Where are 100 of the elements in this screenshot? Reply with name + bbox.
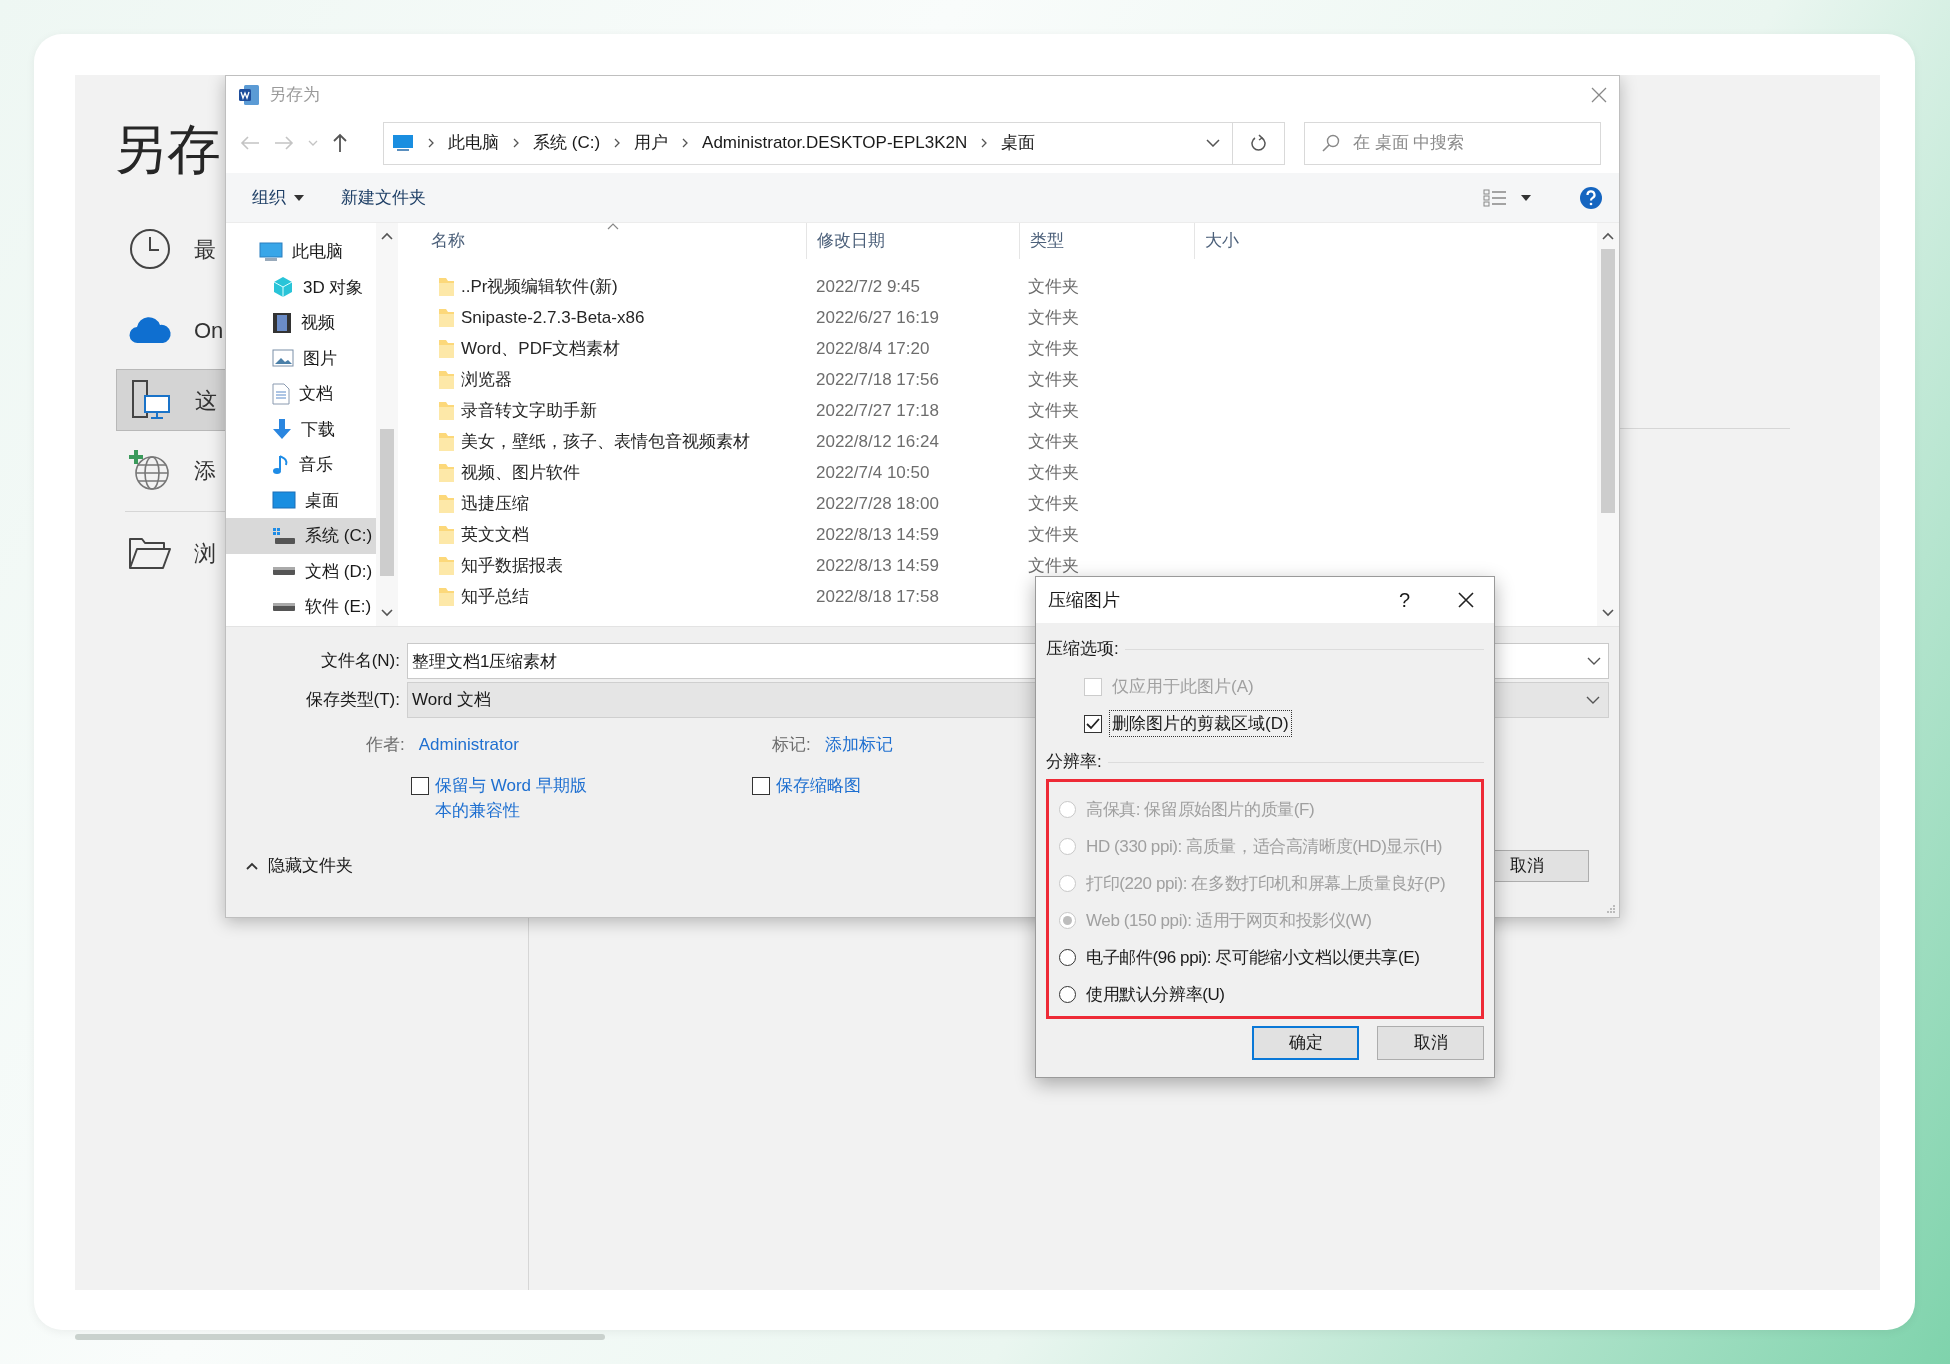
- chevron-down-icon[interactable]: [1206, 139, 1220, 147]
- modified-date: 2022/7/28 18:00: [816, 493, 939, 513]
- up-arrow-icon[interactable]: [332, 133, 348, 153]
- clock-icon: [128, 227, 172, 271]
- file-name[interactable]: Word、PDF文档素材: [461, 335, 621, 362]
- folder-icon: [438, 431, 455, 452]
- download-arrow-icon: [272, 418, 292, 441]
- new-folder-button[interactable]: 新建文件夹: [341, 184, 426, 211]
- folder-icon: [438, 586, 455, 607]
- option-label[interactable]: 保留与 Word 早期版: [435, 773, 587, 798]
- modified-date: 2022/8/12 16:24: [816, 431, 939, 451]
- option-label[interactable]: 保存缩略图: [775, 773, 861, 798]
- checkbox[interactable]: [751, 777, 770, 795]
- details-view-icon: [1483, 188, 1507, 207]
- breadcrumb-item[interactable]: 此电脑: [448, 130, 499, 156]
- search-field[interactable]: 在 桌面 中搜索: [1304, 121, 1601, 165]
- file-name[interactable]: 视频、图片软件: [461, 459, 580, 486]
- column-header[interactable]: 类型: [1019, 223, 1194, 259]
- scrollbar-thumb[interactable]: [380, 429, 394, 576]
- add-tags-link[interactable]: 添加标记: [824, 732, 893, 758]
- refresh-icon: [1250, 134, 1267, 152]
- file-name[interactable]: 知乎总结: [461, 583, 529, 610]
- ok-button[interactable]: 确定: [1252, 1026, 1359, 1060]
- vertical-scrollbar[interactable]: [376, 223, 398, 626]
- file-type: 文件夹: [1028, 338, 1079, 358]
- file-name[interactable]: ..Pr视频编辑软件(新): [461, 273, 618, 300]
- file-name[interactable]: 美女，壁纸，孩子、表情包音视频素材: [461, 428, 750, 455]
- file-name[interactable]: 英文文档: [461, 521, 529, 548]
- monitor-icon: [392, 134, 414, 152]
- option-label[interactable]: 使用默认分辨率(U): [1086, 981, 1225, 1008]
- author-link[interactable]: Administrator: [418, 732, 519, 758]
- file-name[interactable]: 浏览器: [461, 366, 512, 393]
- address-bar[interactable]: 此电脑 系统 (C:) 用户 Administrator.DESKTOP-EPL3K2N 桌面: [383, 121, 1233, 165]
- breadcrumb-item[interactable]: 系统 (C:): [533, 130, 601, 156]
- radio-button[interactable]: [1059, 986, 1076, 1003]
- desktop-icon: [272, 491, 296, 510]
- breadcrumb-item[interactable]: 桌面: [1001, 130, 1036, 156]
- checkbox[interactable]: [411, 777, 429, 795]
- organize-menu[interactable]: 组织: [252, 184, 304, 211]
- modified-date: 2022/8/13 14:59: [816, 524, 939, 544]
- modified-date: 2022/7/2 9:45: [816, 276, 920, 296]
- modified-date: 2022/6/27 16:19: [816, 307, 939, 327]
- tree-item[interactable]: 软件 (E:): [226, 589, 376, 625]
- file-name[interactable]: Snipaste-2.7.3-Beta-x86: [461, 304, 645, 331]
- option-label: HD (330 ppi): 高质量，适合高清晰度(HD)显示(H): [1086, 835, 1443, 858]
- vertical-scrollbar[interactable]: [1597, 223, 1619, 626]
- field-label: 文件名(N):: [319, 650, 401, 673]
- film-icon: [272, 311, 292, 334]
- file-name[interactable]: 迅捷压缩: [461, 490, 529, 517]
- folder-icon: [438, 338, 455, 359]
- file-type: 文件夹: [1028, 307, 1079, 327]
- help-button[interactable]: ?: [1398, 585, 1410, 615]
- page-title: 另存: [113, 118, 221, 181]
- scroll-up-icon[interactable]: [381, 232, 393, 240]
- column-header[interactable]: 名称: [398, 223, 806, 259]
- help-icon[interactable]: [1579, 185, 1603, 210]
- scroll-down-icon[interactable]: [381, 609, 393, 617]
- hide-folders-toggle[interactable]: 隐藏文件夹: [246, 853, 353, 879]
- scroll-up-icon[interactable]: [1602, 232, 1614, 240]
- drive-icon: [272, 566, 296, 577]
- document-app-icon: [238, 83, 260, 106]
- scrollbar-thumb[interactable]: [1601, 249, 1615, 513]
- horizontal-scrollbar[interactable]: [75, 1334, 605, 1340]
- file-type: 文件夹: [1028, 493, 1079, 513]
- caret-up-icon: [246, 862, 258, 870]
- option-label[interactable]: 电子邮件(96 ppi): 尽可能缩小文档以便共享(E): [1086, 944, 1420, 971]
- image-icon: [272, 349, 294, 368]
- window-title: 另存为: [269, 83, 320, 106]
- file-type: 文件夹: [1028, 555, 1079, 575]
- file-name[interactable]: 录音转文字助手新: [461, 397, 597, 424]
- option-label[interactable]: 本的兼容性: [435, 798, 587, 823]
- modified-date: 2022/8/13 14:59: [816, 555, 939, 575]
- folder-icon: [438, 369, 455, 390]
- drive-icon: [272, 601, 296, 612]
- view-menu-button[interactable]: [1483, 188, 1531, 207]
- chevron-right-icon: [981, 138, 988, 148]
- file-type: 文件夹: [1028, 276, 1079, 296]
- scroll-down-icon[interactable]: [1602, 609, 1614, 617]
- chevron-down-icon: [1586, 696, 1600, 704]
- file-type: 文件夹: [1028, 462, 1079, 482]
- tree-item[interactable]: 系统 (C:): [226, 518, 376, 554]
- column-header[interactable]: 修改日期: [806, 223, 1019, 259]
- breadcrumb-item[interactable]: 用户: [634, 130, 669, 156]
- folder-icon: [438, 524, 455, 545]
- folder-icon: [438, 400, 455, 421]
- search-icon: [1322, 133, 1340, 152]
- column-header[interactable]: 大小: [1194, 223, 1313, 259]
- radio-button[interactable]: [1059, 949, 1076, 966]
- section-label: 分辨率:: [1046, 751, 1102, 774]
- cancel-button[interactable]: 取消: [1377, 1026, 1484, 1060]
- modified-date: 2022/8/4 17:20: [816, 338, 930, 358]
- file-type: 文件夹: [1028, 400, 1079, 420]
- computer-icon: [129, 378, 173, 422]
- folder-icon: [438, 462, 455, 483]
- chevron-down-icon[interactable]: [1587, 657, 1601, 665]
- checkbox[interactable]: [1084, 714, 1102, 733]
- breadcrumb-item[interactable]: Administrator.DESKTOP-EPL3K2N: [702, 130, 968, 156]
- close-icon[interactable]: [1458, 592, 1474, 608]
- refresh-button[interactable]: [1233, 121, 1285, 165]
- file-name[interactable]: 知乎数据报表: [461, 552, 563, 579]
